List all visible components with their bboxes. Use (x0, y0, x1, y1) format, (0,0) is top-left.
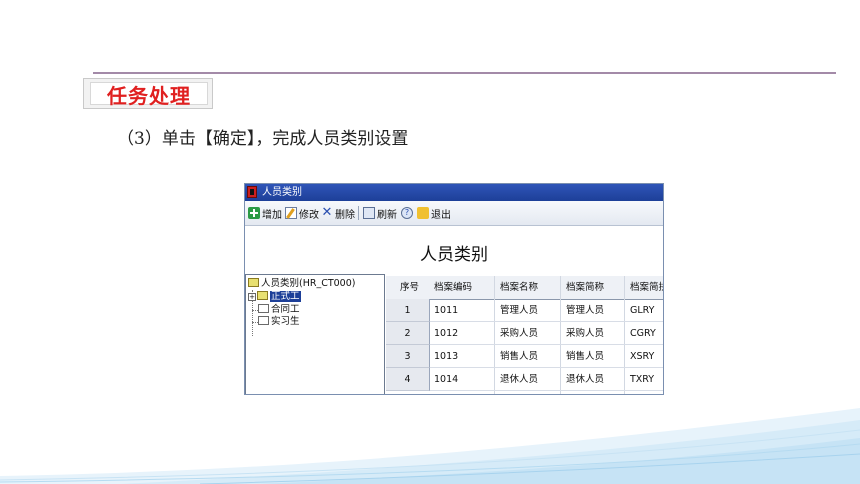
exit-button[interactable]: 退出 (417, 206, 451, 221)
expand-icon: + (248, 293, 256, 301)
cell-name: 采购人员 (500, 328, 539, 339)
refresh-button[interactable]: 刷新 (363, 206, 397, 221)
edit-button[interactable]: 修改 (285, 206, 319, 221)
exit-icon (417, 207, 429, 219)
grid-header: 序号 档案编码 档案名称 档案简称 档案简拼 (386, 276, 663, 300)
row-number: 3 (386, 345, 430, 368)
row-number: 2 (386, 322, 430, 345)
cell-name: 销售人员 (500, 351, 539, 362)
table-row[interactable]: 4 1014 退休人员 退休人员 TXRY (386, 368, 663, 391)
toolbar-separator (358, 206, 359, 220)
add-button[interactable]: 增加 (248, 206, 282, 221)
step-instruction: （3）单击【确定】，完成人员类别设置 (117, 129, 409, 149)
tree-item-label: 实习生 (271, 316, 300, 327)
personnel-category-window: 人员类别 增加 修改 ✕ 删除 刷新 ? 退出 人员类别 人员类别(HR_CT0… (244, 183, 664, 395)
cell-name: 管理人员 (500, 305, 539, 316)
refresh-label: 刷新 (377, 209, 397, 221)
window-title: 人员类别 (262, 187, 302, 198)
category-grid: 序号 档案编码 档案名称 档案简称 档案简拼 1 1011 管理人员 管理人员 … (386, 276, 663, 394)
cell-code: 1014 (434, 374, 459, 385)
column-header-no[interactable]: 序号 (400, 276, 419, 299)
cell-short: 退休人员 (566, 374, 605, 385)
tree-item-label: 正式工 (270, 291, 301, 302)
column-header-short[interactable]: 档案简称 (566, 276, 604, 299)
app-icon (247, 186, 257, 198)
section-tab: 任务处理 (83, 78, 213, 109)
tree-item-label: 合同工 (271, 304, 300, 315)
column-header-code[interactable]: 档案编码 (434, 276, 472, 299)
tree-root[interactable]: 人员类别(HR_CT000) (248, 278, 355, 290)
add-icon (248, 207, 260, 219)
cell-pinyin: CGRY (630, 328, 656, 339)
table-row[interactable]: 1 1011 管理人员 管理人员 GLRY (386, 299, 663, 322)
cell-pinyin: GLRY (630, 305, 655, 316)
refresh-icon (363, 207, 375, 219)
toolbar: 增加 修改 ✕ 删除 刷新 ? 退出 (245, 201, 663, 226)
edit-label: 修改 (299, 209, 319, 221)
row-number: 1 (386, 299, 430, 322)
help-button[interactable]: ? (401, 206, 415, 220)
main-heading: 人员类别 (420, 245, 488, 265)
help-icon: ? (401, 207, 413, 219)
tree-item-intern[interactable]: 实习生 (258, 316, 300, 328)
cell-short: 采购人员 (566, 328, 605, 339)
table-row[interactable]: 3 1013 销售人员 销售人员 XSRY (386, 345, 663, 368)
section-title: 任务处理 (107, 84, 191, 108)
column-header-name[interactable]: 档案名称 (500, 276, 538, 299)
edit-icon (285, 207, 297, 219)
grid-body: 1 1011 管理人员 管理人员 GLRY 2 1012 采购人员 采购人员 C… (386, 299, 663, 394)
cell-short: 销售人员 (566, 351, 605, 362)
cell-name: 退休人员 (500, 374, 539, 385)
cell-code: 1013 (434, 351, 459, 362)
delete-label: 删除 (335, 209, 355, 221)
folder-icon (257, 291, 268, 300)
cell-pinyin: TXRY (630, 374, 655, 385)
window-titlebar[interactable]: 人员类别 (245, 184, 663, 201)
exit-label: 退出 (431, 209, 451, 221)
category-tree: 人员类别(HR_CT000) + 正式工 合同工 实习生 (245, 274, 385, 394)
add-label: 增加 (262, 209, 282, 221)
column-header-pinyin[interactable]: 档案简拼 (630, 276, 663, 299)
tree-item-full-time[interactable]: + 正式工 (248, 291, 301, 303)
heading-area: 人员类别 (245, 226, 663, 274)
delete-button[interactable]: ✕ 删除 (321, 205, 355, 221)
cell-short: 管理人员 (566, 305, 605, 316)
tree-root-label: 人员类别(HR_CT000) (261, 278, 356, 289)
cell-pinyin: XSRY (630, 351, 655, 362)
row-number: 4 (386, 368, 430, 391)
cell-code: 1011 (434, 305, 459, 316)
header-divider (93, 72, 836, 74)
folder-icon (258, 316, 269, 325)
folder-icon (258, 304, 269, 313)
folder-open-icon (248, 278, 259, 287)
tree-item-contract[interactable]: 合同工 (258, 304, 300, 316)
decorative-wave (0, 408, 860, 484)
delete-icon: ✕ (321, 205, 333, 220)
table-row[interactable]: 2 1012 采购人员 采购人员 CGRY (386, 322, 663, 345)
cell-code: 1012 (434, 328, 459, 339)
